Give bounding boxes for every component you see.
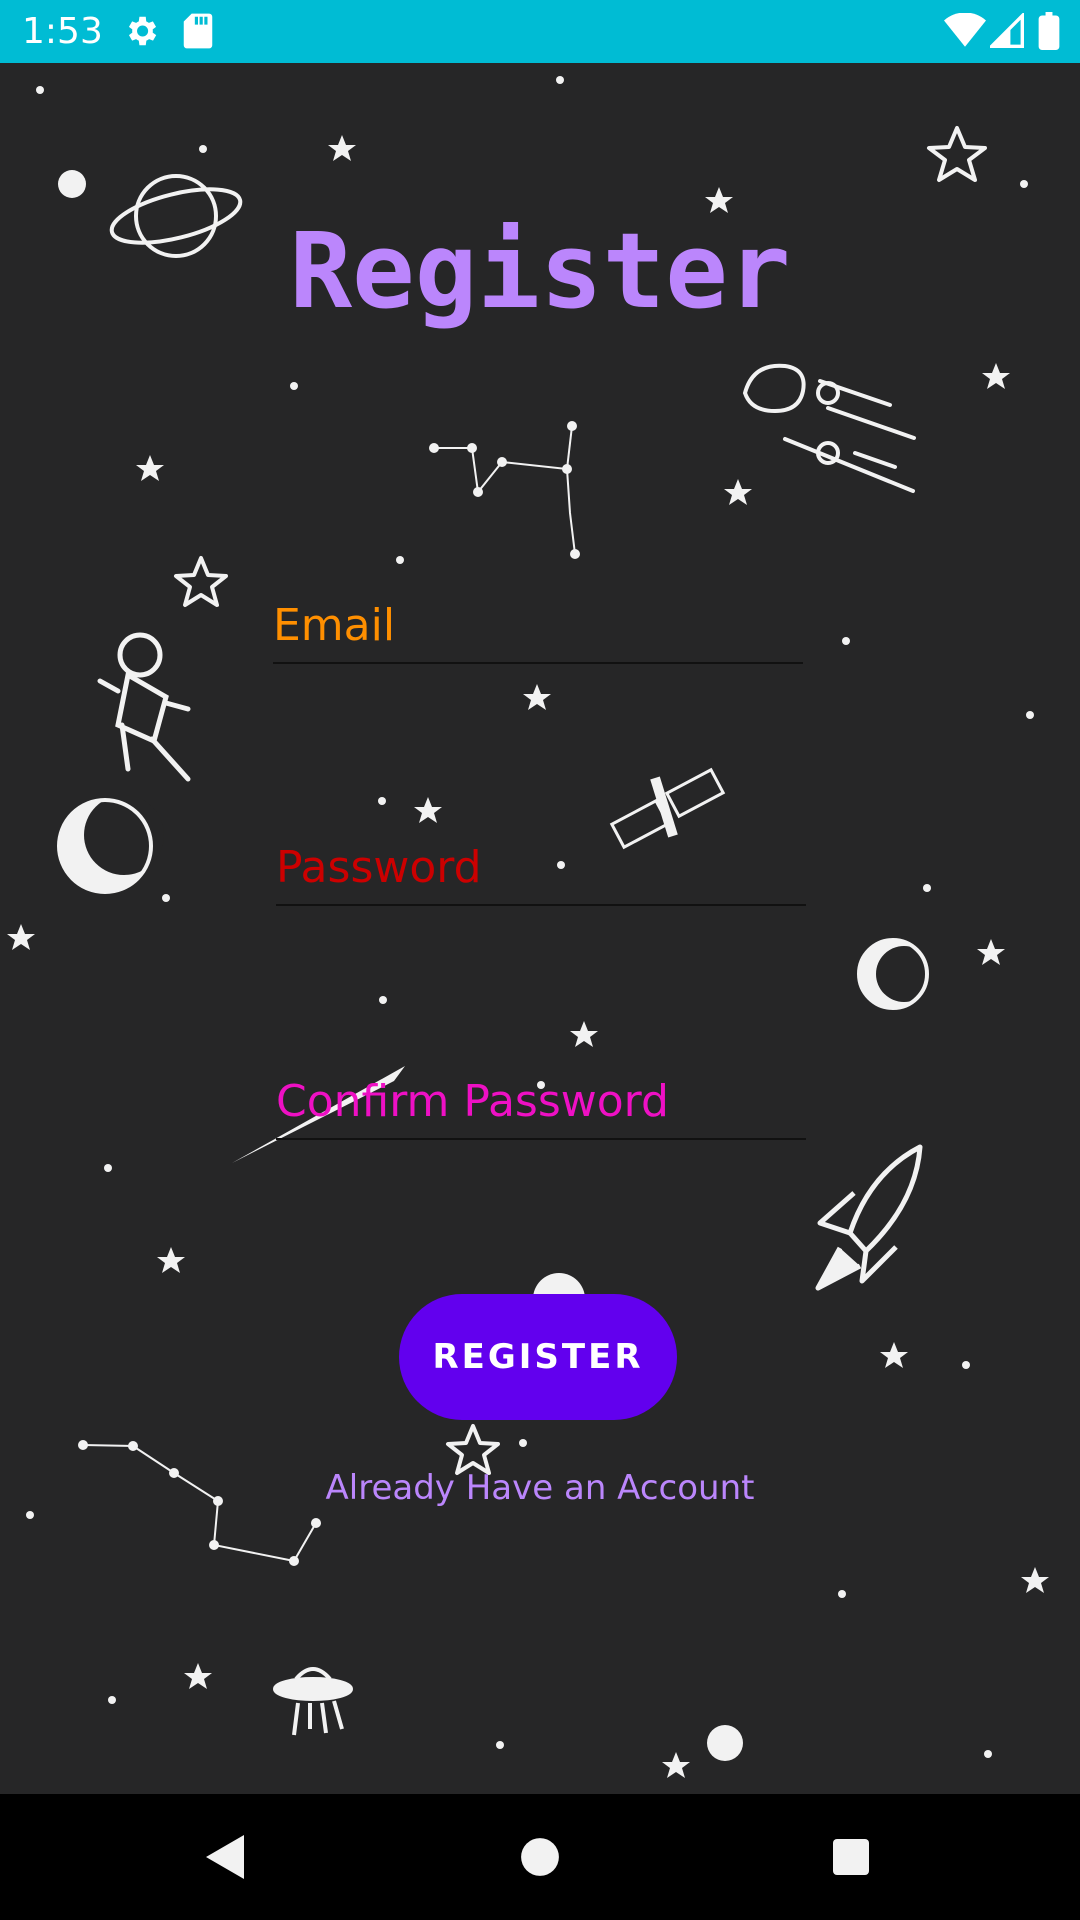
back-icon[interactable] — [166, 1794, 286, 1920]
password-field[interactable] — [276, 838, 806, 906]
already-have-account-link[interactable]: Already Have an Account — [0, 1468, 1080, 1508]
status-time: 1:53 — [22, 11, 103, 52]
register-button[interactable]: REGISTER — [399, 1294, 677, 1420]
page-title: Register — [289, 210, 791, 332]
signal-icon — [987, 11, 1024, 54]
email-field[interactable] — [273, 596, 803, 664]
password-input[interactable] — [276, 838, 806, 896]
home-icon[interactable] — [480, 1794, 600, 1920]
recents-icon[interactable] — [791, 1794, 911, 1920]
battery-icon — [1038, 12, 1060, 55]
confirm-password-field[interactable] — [276, 1072, 806, 1140]
wifi-icon — [944, 12, 986, 54]
email-input[interactable] — [273, 596, 803, 654]
status-bar: 1:53 — [0, 0, 1080, 63]
navigation-bar — [0, 1794, 1080, 1920]
confirm-password-input[interactable] — [276, 1072, 806, 1130]
sd-card-icon — [182, 12, 214, 55]
settings-icon — [122, 12, 160, 55]
